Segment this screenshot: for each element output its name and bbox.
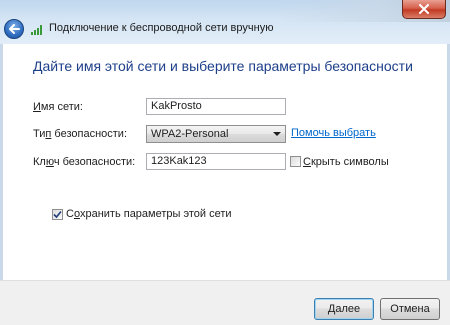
cancel-button[interactable]: Отмена — [380, 298, 440, 320]
label-text: ч безопасности: — [53, 156, 136, 168]
wireless-network-icon — [31, 25, 42, 35]
page-heading: Дайте имя этой сети и выберите параметры… — [33, 58, 413, 74]
security-type-value: WPA2-Personal — [151, 128, 229, 140]
access-key: С — [303, 156, 311, 168]
security-key-label: Ключ безопасности: — [33, 156, 135, 168]
help-choose-link[interactable]: Помочь выбрать — [291, 127, 376, 139]
label-text: безопасности: — [51, 128, 128, 140]
save-settings-label[interactable]: Сохранить параметры этой сети — [66, 208, 232, 220]
label-text: хранить параметры этой сети — [79, 208, 232, 220]
label-text: Кл — [33, 156, 46, 168]
network-name-input[interactable]: KakProsto — [146, 98, 286, 115]
close-button[interactable] — [402, 0, 446, 19]
checkmark-icon — [53, 210, 62, 219]
label-text: Ти — [33, 128, 46, 140]
label-text: алее — [335, 303, 361, 315]
back-button[interactable] — [4, 19, 24, 39]
hide-characters-checkbox[interactable] — [290, 156, 301, 167]
save-settings-checkbox[interactable] — [52, 209, 63, 220]
network-name-label: Имя сети: — [33, 101, 83, 113]
security-type-select[interactable]: WPA2-Personal — [146, 125, 286, 143]
next-button[interactable]: Далее — [314, 298, 374, 320]
security-type-label: Тип безопасности: — [33, 128, 127, 140]
label-text: крыть символы — [310, 156, 389, 168]
close-icon — [419, 4, 429, 14]
dropdown-arrow-icon — [273, 132, 281, 136]
label-text: мя сети: — [40, 101, 83, 113]
back-arrow-icon — [9, 24, 20, 34]
access-key: И — [33, 101, 41, 113]
security-key-input[interactable]: 123Kak123 — [146, 153, 286, 170]
access-key: Д — [327, 303, 336, 315]
label-text: С — [66, 208, 74, 220]
access-key: ю — [45, 156, 54, 168]
window-title: Подключение к беспроводной сети вручную — [49, 22, 274, 34]
hide-characters-label[interactable]: Скрыть символы — [303, 156, 389, 168]
